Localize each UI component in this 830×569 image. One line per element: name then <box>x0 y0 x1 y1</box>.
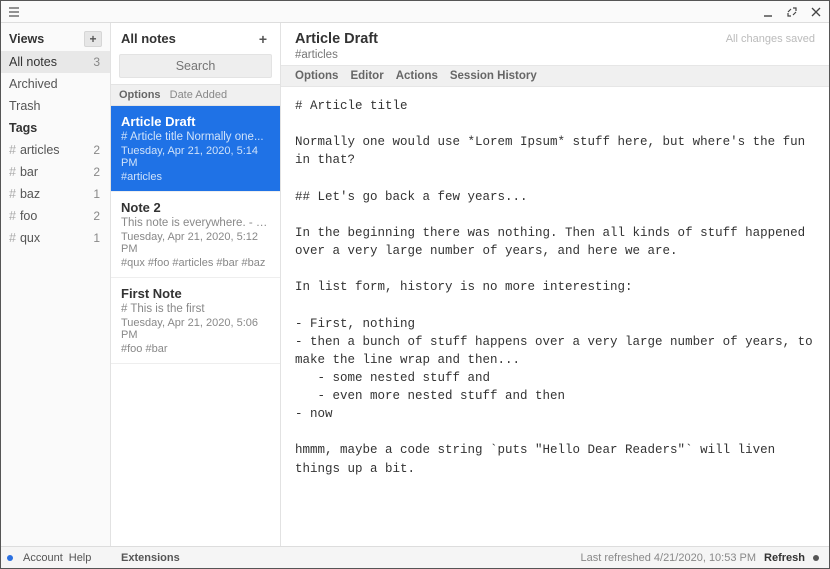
sidebar-allnotes-count: 3 <box>93 55 100 69</box>
search-wrap <box>119 54 272 78</box>
tab-session-history[interactable]: Session History <box>450 70 537 82</box>
notes-list-title: All notes <box>121 31 176 46</box>
extensions-link[interactable]: Extensions <box>121 552 180 564</box>
help-link[interactable]: Help <box>69 552 92 564</box>
views-header: Views + <box>1 27 110 51</box>
refresh-button[interactable]: Refresh <box>764 552 805 564</box>
note-1-title: Note 2 <box>121 200 270 215</box>
editor-tags: #articles <box>295 49 378 61</box>
editor-save-status: All changes saved <box>726 33 815 45</box>
footer-left: Account Help <box>7 552 117 564</box>
title-bar <box>1 1 829 23</box>
editor-tabs: Options Editor Actions Session History <box>281 65 829 87</box>
sidebar-trash-label: Trash <box>9 99 41 113</box>
maximize-icon[interactable] <box>785 5 799 19</box>
hash-icon: # <box>9 143 16 157</box>
status-dot-icon <box>7 555 13 561</box>
sync-dot-icon <box>813 555 819 561</box>
editor-header: Article Draft #articles All changes save… <box>281 23 829 65</box>
note-0-title: Article Draft <box>121 114 270 129</box>
add-view-button[interactable]: + <box>84 31 102 47</box>
note-0-preview: # Article title Normally one... <box>121 131 270 143</box>
sidebar-item-trash[interactable]: Trash <box>1 95 110 117</box>
filter-options[interactable]: Options <box>119 89 161 101</box>
tags-label: Tags <box>9 121 37 135</box>
note-2-time: Tuesday, Apr 21, 2020, 5:06 PM <box>121 317 270 341</box>
tab-editor[interactable]: Editor <box>350 70 383 82</box>
hash-icon: # <box>9 187 16 201</box>
tab-options[interactable]: Options <box>295 70 338 82</box>
editor-title: Article Draft <box>295 31 378 47</box>
footer-middle: Extensions <box>117 552 287 564</box>
editor-pane: Article Draft #articles All changes save… <box>281 23 829 546</box>
add-note-button[interactable]: + <box>256 32 270 46</box>
sidebar-allnotes-label: All notes <box>9 55 57 69</box>
note-card-0[interactable]: Article Draft # Article title Normally o… <box>111 106 280 192</box>
search-input[interactable] <box>119 54 272 78</box>
views-label: Views <box>9 32 44 46</box>
tags-header: Tags <box>1 117 110 139</box>
footer-right: Last refreshed 4/21/2020, 10:53 PM Refre… <box>287 552 823 564</box>
hash-icon: # <box>9 165 16 179</box>
note-2-tags: #foo #bar <box>121 343 270 355</box>
note-1-tags: #qux #foo #articles #bar #baz <box>121 257 270 269</box>
note-1-time: Tuesday, Apr 21, 2020, 5:12 PM <box>121 231 270 255</box>
note-2-title: First Note <box>121 286 270 301</box>
sidebar-item-archived[interactable]: Archived <box>1 73 110 95</box>
notes-list-header: All notes + <box>111 23 280 52</box>
tag-bar[interactable]: #bar 2 <box>1 161 110 183</box>
notes-filter-bar: Options Date Added <box>111 84 280 106</box>
tag-foo[interactable]: #foo 2 <box>1 205 110 227</box>
editor-body[interactable]: # Article title Normally one would use *… <box>281 87 829 546</box>
tag-qux[interactable]: #qux 1 <box>1 227 110 249</box>
tag-articles[interactable]: #articles 2 <box>1 139 110 161</box>
last-refreshed-label: Last refreshed 4/21/2020, 10:53 PM <box>581 552 757 564</box>
account-link[interactable]: Account <box>23 552 63 564</box>
minimize-icon[interactable] <box>761 5 775 19</box>
hash-icon: # <box>9 209 16 223</box>
note-2-preview: # This is the first <box>121 303 270 315</box>
footer-bar: Account Help Extensions Last refreshed 4… <box>1 546 829 568</box>
main-layout: Views + All notes 3 Archived Trash Tags … <box>1 23 829 546</box>
tag-baz[interactable]: #baz 1 <box>1 183 110 205</box>
note-0-tags: #articles <box>121 171 270 183</box>
close-icon[interactable] <box>809 5 823 19</box>
filter-date[interactable]: Date Added <box>170 89 228 101</box>
sidebar-archived-label: Archived <box>9 77 58 91</box>
note-1-preview: This note is everywhere. - do... <box>121 217 270 229</box>
note-card-2[interactable]: First Note # This is the first Tuesday, … <box>111 278 280 364</box>
notes-list-pane: All notes + Options Date Added Article D… <box>111 23 281 546</box>
editor-header-left: Article Draft #articles <box>295 31 378 61</box>
hash-icon: # <box>9 231 16 245</box>
sidebar: Views + All notes 3 Archived Trash Tags … <box>1 23 111 546</box>
note-0-time: Tuesday, Apr 21, 2020, 5:14 PM <box>121 145 270 169</box>
sidebar-item-allnotes[interactable]: All notes 3 <box>1 51 110 73</box>
tab-actions[interactable]: Actions <box>396 70 438 82</box>
hamburger-icon[interactable] <box>7 5 21 19</box>
note-card-1[interactable]: Note 2 This note is everywhere. - do... … <box>111 192 280 278</box>
